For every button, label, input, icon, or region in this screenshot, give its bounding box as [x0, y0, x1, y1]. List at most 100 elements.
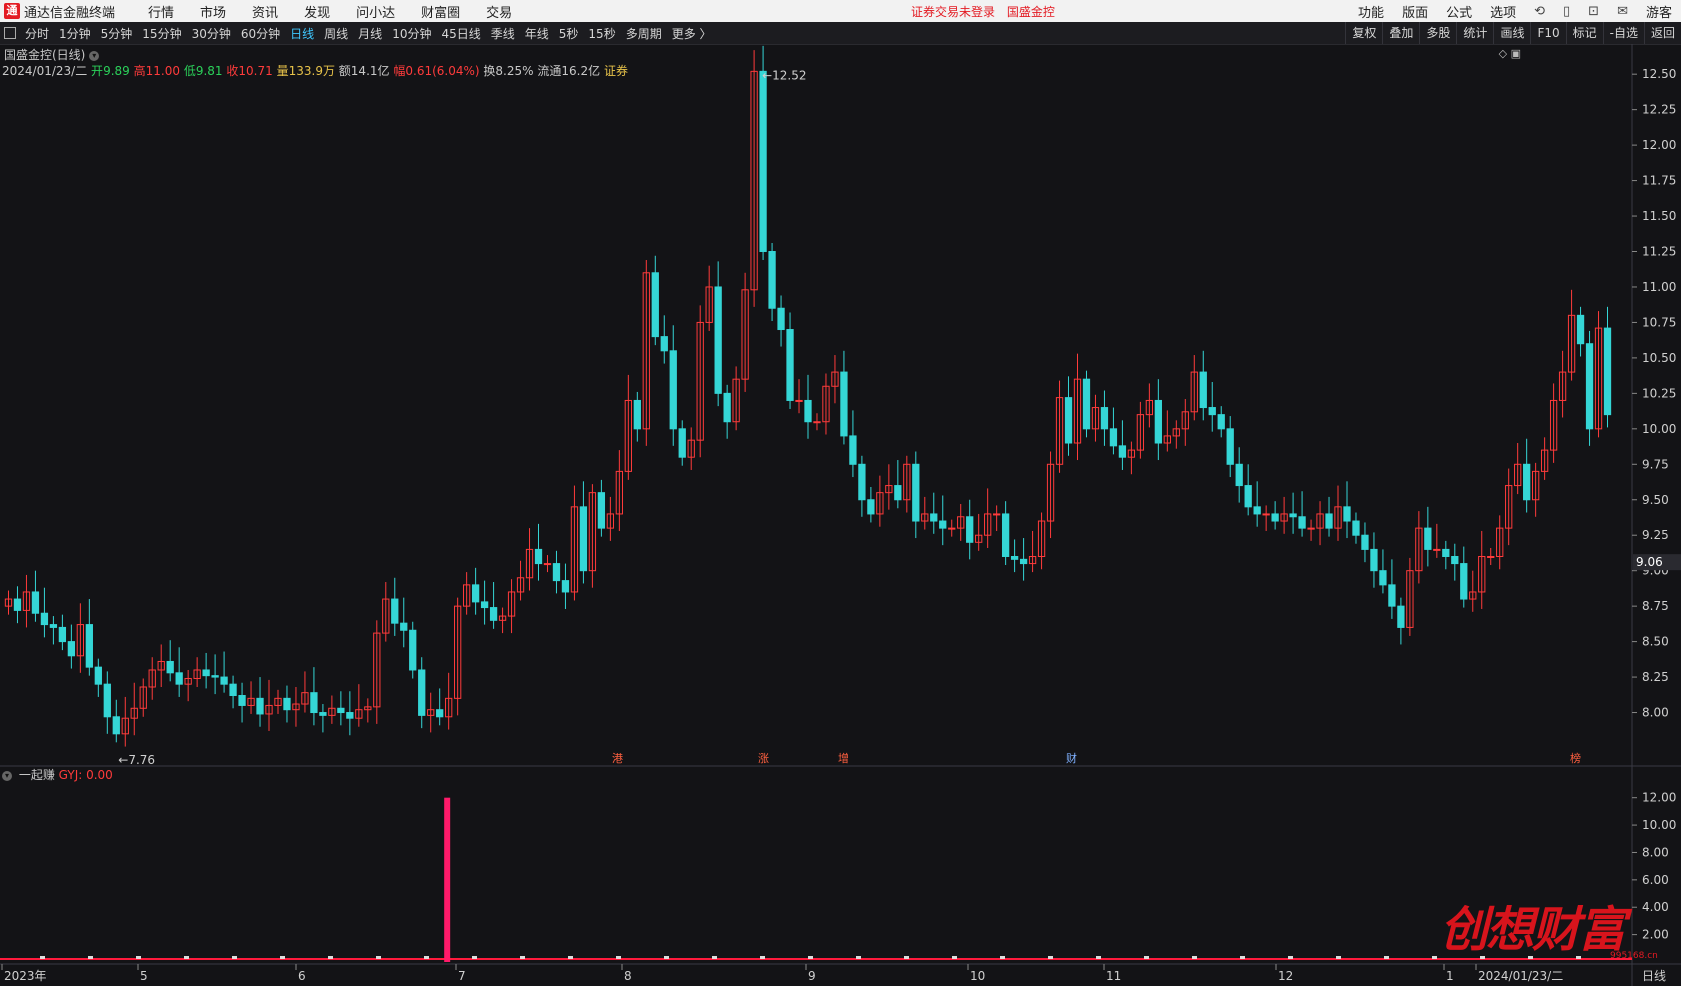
user-guest[interactable]: 游客: [1646, 2, 1672, 21]
indicator-dot: [1288, 956, 1293, 959]
broker-name[interactable]: 国盛金控: [1007, 5, 1055, 19]
period-5min[interactable]: 5分钟: [101, 25, 133, 42]
period-10min[interactable]: 10分钟: [392, 25, 431, 42]
candle-body: [229, 683, 237, 697]
menu-options[interactable]: 选项: [1490, 2, 1516, 21]
login-notice[interactable]: 证券交易未登录 国盛金控: [911, 3, 1063, 20]
mail-icon[interactable]: ✉: [1617, 4, 1628, 19]
menu-market-quotes[interactable]: 行情: [148, 2, 174, 21]
period-intraday[interactable]: 分时: [25, 25, 49, 42]
period-30min[interactable]: 30分钟: [192, 25, 231, 42]
candle-body: [409, 629, 417, 671]
indicator-dot: [424, 956, 429, 959]
price-tick-label: 10.00: [1642, 422, 1676, 436]
candle-body: [1235, 463, 1243, 487]
period-daily[interactable]: 日线: [290, 25, 314, 42]
candle-body: [714, 286, 722, 394]
price-tick-label: 8.75: [1642, 599, 1669, 613]
candle-body: [795, 399, 803, 402]
menu-layout[interactable]: 版面: [1402, 2, 1428, 21]
period-multi[interactable]: 多周期: [626, 25, 662, 42]
candle-body: [1298, 516, 1306, 529]
menu-market[interactable]: 市场: [200, 2, 226, 21]
menu-ask-assistant[interactable]: 问小达: [356, 2, 395, 21]
tool-f10[interactable]: F10: [1530, 22, 1565, 44]
candle-body: [1208, 407, 1216, 416]
indicator-spike-bar: [444, 797, 451, 962]
indicator-dot: [1240, 956, 1245, 959]
candle-body: [400, 622, 408, 631]
collapse-icon[interactable]: ▾: [2, 770, 12, 781]
period-monthly[interactable]: 月线: [358, 25, 382, 42]
menu-trade[interactable]: 交易: [486, 2, 512, 21]
period-more[interactable]: 更多 〉: [672, 25, 712, 42]
menu-functions[interactable]: 功能: [1358, 2, 1384, 21]
max-price-label: ←12.52: [762, 68, 806, 82]
tool-adjust[interactable]: 复权: [1345, 22, 1382, 44]
tool-multi-stock[interactable]: 多股: [1419, 22, 1456, 44]
candle-body: [166, 660, 174, 674]
phone-icon[interactable]: ▯: [1563, 4, 1570, 19]
candle-body: [202, 669, 210, 677]
kline-chart[interactable]: 8.008.258.508.759.009.259.509.7510.0010.…: [0, 44, 1681, 986]
candle-body: [678, 428, 686, 458]
lock-icon[interactable]: ⊡: [1588, 4, 1599, 19]
candle-body: [436, 709, 444, 718]
menu-formula[interactable]: 公式: [1446, 2, 1472, 21]
candle-body: [759, 70, 767, 253]
period-15sec[interactable]: 15秒: [588, 25, 615, 42]
indicator-name[interactable]: 一起赚: [19, 768, 55, 782]
candle-body: [723, 392, 731, 423]
toolbar-right: 复权 叠加 多股 统计 画线 F10 标记 -自选 返回: [1345, 22, 1681, 44]
candle-body: [471, 584, 480, 603]
candle-body: [777, 307, 785, 331]
event-marker: 涨: [758, 752, 769, 765]
period-1min[interactable]: 1分钟: [59, 25, 91, 42]
refresh-icon[interactable]: ⟲: [1534, 4, 1545, 19]
price-tick-label: 11.00: [1642, 280, 1676, 294]
candle-body: [346, 712, 354, 719]
candle-body: [939, 520, 947, 529]
price-tick-label: 8.25: [1642, 670, 1669, 684]
candle-body: [993, 513, 1001, 516]
price-tick-label: 10.50: [1642, 351, 1676, 365]
menu-news[interactable]: 资讯: [252, 2, 278, 21]
tool-overlay[interactable]: 叠加: [1382, 22, 1419, 44]
tool-remove-watchlist[interactable]: -自选: [1602, 22, 1644, 44]
time-tick-label: 2023年: [4, 969, 47, 983]
trade-not-logged-in[interactable]: 证券交易未登录: [911, 5, 995, 19]
menu-wealth-circle[interactable]: 财富圈: [421, 2, 460, 21]
candle-body: [1019, 558, 1028, 565]
indicator-value: GYJ: 0.00: [58, 768, 113, 782]
indicator-dot: [376, 956, 381, 959]
menu-discover[interactable]: 发现: [304, 2, 330, 21]
tool-stats[interactable]: 统计: [1456, 22, 1493, 44]
indicator-tick-label: 2.00: [1642, 928, 1669, 942]
candle-body: [220, 676, 228, 685]
candle-body: [1262, 513, 1270, 516]
candle-body: [930, 513, 938, 522]
period-15min[interactable]: 15分钟: [142, 25, 181, 42]
candle-body: [1307, 527, 1315, 530]
candle-body: [1100, 407, 1109, 430]
tool-mark[interactable]: 标记: [1565, 22, 1603, 44]
layout-toggle-icon[interactable]: [4, 27, 16, 39]
candle-body: [804, 399, 812, 423]
indicator-dot: [616, 956, 621, 959]
candle-body: [840, 371, 848, 437]
tool-back[interactable]: 返回: [1643, 22, 1681, 44]
period-quarterly[interactable]: 季线: [491, 25, 515, 42]
candle-body: [1352, 520, 1360, 536]
tool-draw[interactable]: 画线: [1493, 22, 1530, 44]
candle-body: [786, 329, 794, 401]
indicator-dot: [472, 956, 477, 959]
period-5sec[interactable]: 5秒: [559, 25, 579, 42]
indicator-dot: [184, 956, 189, 959]
period-60min[interactable]: 60分钟: [241, 25, 280, 42]
period-45day[interactable]: 45日线: [441, 25, 480, 42]
candle-body: [283, 697, 291, 711]
period-weekly[interactable]: 周线: [324, 25, 348, 42]
period-yearly[interactable]: 年线: [525, 25, 549, 42]
candle-body: [1523, 463, 1531, 501]
candle-body: [211, 675, 219, 678]
